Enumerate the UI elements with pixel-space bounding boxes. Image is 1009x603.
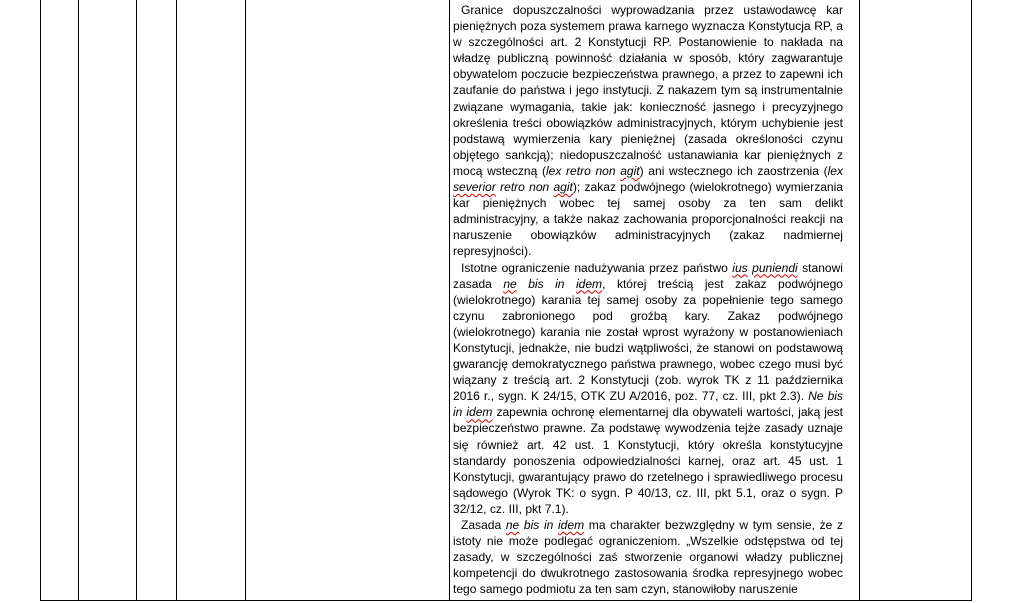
paragraph: Granice dopuszczalności wyprowadzania pr… [453,2,843,260]
spellcheck-flagged-word: idem [558,518,585,532]
spellcheck-flagged-word: puniendi [752,260,798,275]
text-run: retro non [495,180,554,195]
text-run: bis in [519,518,558,532]
column-divider [449,0,450,600]
column-divider [859,0,860,600]
spellcheck-flagged-word: agit [553,180,573,195]
spellcheck-flagged-word: idem [575,276,603,291]
column-divider [136,0,137,600]
text-run: , której treścią jest zakaz podwójnego (… [453,276,844,404]
spellcheck-flagged-word: idem [466,405,493,420]
text-run: bis in [516,276,576,291]
text-run: Istotne ograniczenie nadużywania przez p… [461,260,733,275]
text-run: zapewnia ochronę elementarnej dla obywat… [453,405,844,516]
text-run: Granice dopuszczalności wyprowadzania pr… [453,3,843,178]
text-run: Zasada [461,518,506,532]
spellcheck-flagged-word: agit [620,163,640,178]
legal-text-cell[interactable]: Granice dopuszczalności wyprowadzania pr… [453,2,843,597]
column-divider [245,0,246,600]
paragraph: Zasada ne bis in idem ma charakter bezwz… [453,517,843,597]
text-run: lex [827,163,843,178]
column-divider [78,0,79,600]
text-run: ) ani wstecznego ich zaostrzenia ( [639,163,828,178]
text-run: lex retro non [545,163,621,178]
spellcheck-flagged-word: severior [453,180,496,195]
spellcheck-flagged-word: ne [505,518,520,532]
spellcheck-flagged-word: ius [732,260,748,275]
column-divider [176,0,177,600]
paragraph: Istotne ograniczenie nadużywania przez p… [453,260,843,518]
spellcheck-flagged-word: ne [503,276,517,291]
